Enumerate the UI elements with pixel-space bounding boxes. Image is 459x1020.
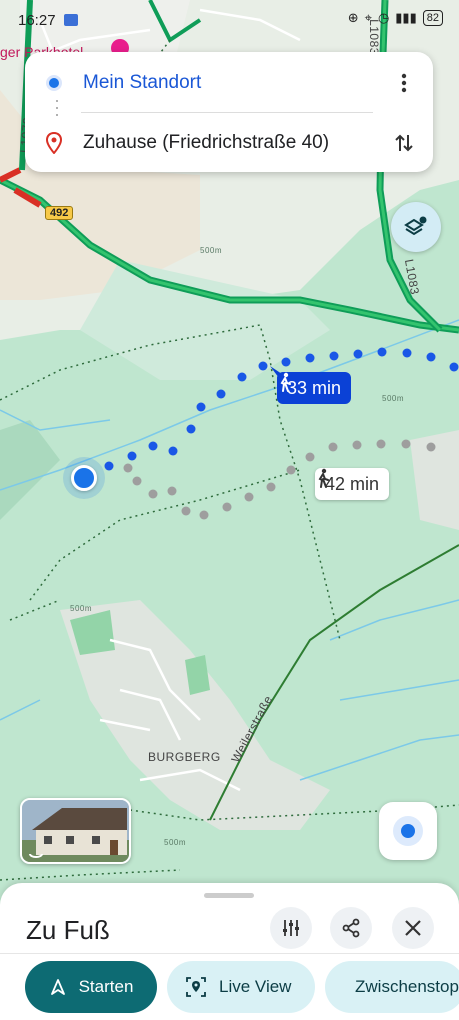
town-label: BURGBERG — [148, 750, 221, 764]
my-location-button[interactable] — [379, 802, 437, 860]
action-row: Starten Live View Zwischenstopp — [0, 961, 459, 1013]
start-row[interactable]: Mein Standort — [25, 58, 433, 108]
status-time: 16:27 — [18, 11, 56, 29]
route-duration-primary: 33 min — [287, 377, 342, 398]
street-view-thumbnail[interactable] — [20, 798, 131, 864]
live-view-icon — [186, 977, 206, 997]
start-location-icon — [46, 75, 62, 91]
live-view-label: Live View — [219, 977, 292, 996]
location-icon: ⌖ — [364, 10, 372, 25]
live-view-button[interactable]: Live View — [167, 961, 315, 1013]
close-button[interactable] — [392, 907, 434, 949]
battery-icon: 82 — [422, 10, 443, 26]
alarm-icon: ◷ — [377, 10, 390, 25]
destination-pin-icon — [46, 132, 62, 154]
contour-label: 500m — [200, 246, 223, 255]
swap-button[interactable] — [389, 123, 419, 163]
route-chip-primary[interactable]: 33 min — [277, 372, 352, 404]
start-button[interactable]: Starten — [25, 961, 157, 1013]
layers-button[interactable] — [391, 202, 441, 252]
share-icon — [342, 918, 360, 938]
contour-label: 500m — [70, 604, 93, 613]
destination-row[interactable]: Zuhause (Friedrichstraße 40) — [25, 118, 433, 168]
street-view-image — [22, 800, 129, 862]
directions-divider — [81, 112, 373, 113]
start-field[interactable]: Mein Standort — [83, 72, 433, 94]
destination-field[interactable]: Zuhause (Friedrichstraße 40) — [83, 132, 433, 154]
bottom-sheet: Zu Fuß Starten Live View Zwischenstopp — [0, 883, 459, 1020]
walk-icon — [280, 372, 291, 392]
route-chip-alternative[interactable]: 42 min — [315, 468, 390, 500]
add-stop-label: Zwischenstopp — [355, 977, 459, 996]
route-duration-alternative: 42 min — [325, 473, 380, 494]
road-shield: 492 — [45, 206, 74, 220]
navigation-arrow-icon — [50, 979, 65, 995]
swap-vert-icon — [395, 134, 413, 152]
directions-card: Mein Standort Zuhause (Friedrichstraße 4… — [25, 52, 433, 172]
more-vert-icon — [401, 73, 407, 93]
walk-icon — [318, 468, 329, 488]
contour-label: 500m — [164, 838, 187, 847]
calendar-icon — [63, 14, 78, 26]
share-button[interactable] — [330, 907, 372, 949]
contour-label: 500m — [382, 394, 405, 403]
start-button-label: Starten — [78, 977, 134, 996]
signal-icon: ▮▮▮ — [395, 10, 417, 25]
travel-mode-title: Zu Fuß — [26, 915, 110, 945]
tune-icon — [283, 920, 299, 936]
add-circle-icon: ⊕ — [347, 10, 359, 25]
route-options-button[interactable] — [270, 907, 312, 949]
directions-menu-button[interactable] — [389, 63, 419, 103]
status-icons: ⊕ ⌖ ◷ ▮▮▮ 82 — [348, 10, 443, 26]
close-icon — [405, 920, 421, 936]
my-location-marker — [71, 465, 97, 491]
layers-icon — [404, 216, 427, 236]
add-stop-button[interactable]: Zwischenstopp — [325, 961, 459, 1013]
my-location-icon — [401, 824, 415, 838]
sheet-handle[interactable] — [204, 893, 254, 898]
status-bar: 16:27 ⊕ ⌖ ◷ ▮▮▮ 82 — [0, 0, 459, 40]
sheet-divider — [0, 953, 459, 954]
